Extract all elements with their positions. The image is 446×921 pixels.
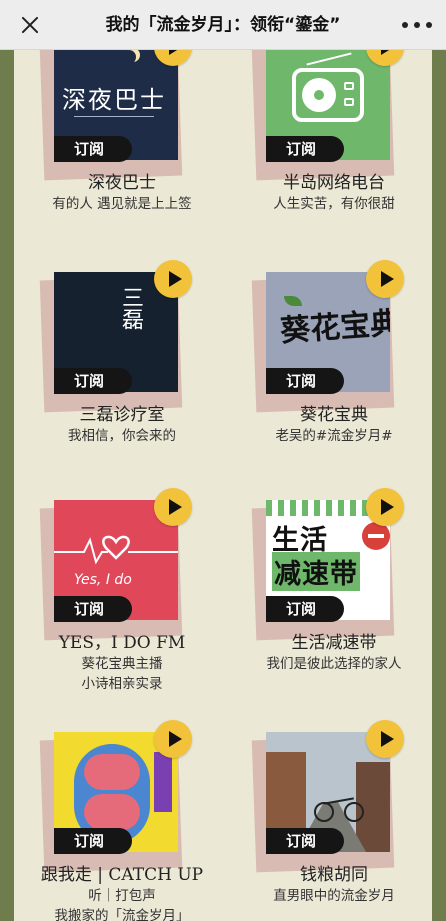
play-button[interactable] [366, 488, 404, 526]
podcast-description: 直男眼中的流金岁月 [273, 888, 395, 904]
more-options-icon[interactable] [402, 15, 432, 35]
subscribe-button[interactable]: 订阅 [54, 828, 132, 854]
subscribe-button[interactable]: 订阅 [266, 136, 344, 162]
play-button[interactable] [366, 260, 404, 298]
top-bar: 我的「流金岁月」：领衔“鎏金” [0, 0, 446, 50]
subscribe-button[interactable]: 订阅 [266, 368, 344, 394]
podcast-title: 深夜巴士 [88, 173, 156, 193]
subscribe-button[interactable]: 订阅 [266, 596, 344, 622]
podcast-title: 葵花宝典 [300, 405, 368, 425]
podcast-title: YES，I DO FM [58, 633, 186, 653]
play-button[interactable] [366, 720, 404, 758]
podcast-title: 生活减速带 [291, 633, 377, 653]
play-button[interactable] [154, 720, 192, 758]
podcast-title: 三磊诊疗室 [79, 405, 165, 425]
subscribe-button[interactable]: 订阅 [266, 828, 344, 854]
podcast-title: 半岛网络电台 [283, 173, 385, 193]
subscribe-button[interactable]: 订阅 [54, 368, 132, 394]
heartbeat-icon [54, 535, 178, 565]
podcast-description: 我相信，你会来的 [68, 428, 176, 444]
subscribe-button[interactable]: 订阅 [54, 136, 132, 162]
no-entry-icon [362, 522, 390, 550]
article-content[interactable]: 深夜巴士 订阅 深夜巴士 有的人 遇见就是上上签 订阅 半岛网络电台 人生实苦，… [0, 50, 446, 921]
close-icon[interactable] [18, 13, 42, 37]
play-button[interactable] [154, 260, 192, 298]
podcast-title: 钱粮胡同 [300, 865, 368, 885]
podcast-description: 有的人 遇见就是上上签 [52, 196, 192, 212]
page-title: 我的「流金岁月」：领衔“鎏金” [105, 15, 341, 35]
podcast-description: 人生实苦，有你很甜 [273, 196, 395, 212]
subscribe-button[interactable]: 订阅 [54, 596, 132, 622]
podcast-title: 跟我走 | CATCH UP [40, 865, 204, 885]
play-button[interactable] [154, 488, 192, 526]
podcast-description: 听｜打包声 我搬家的「流金岁月」 [54, 888, 190, 921]
podcast-description: 我们是彼此选择的家人 [266, 656, 402, 672]
podcast-description: 老吴的#流金岁月# [275, 428, 393, 444]
podcast-description: 葵花宝典主播 小诗相亲实录 [81, 656, 163, 692]
